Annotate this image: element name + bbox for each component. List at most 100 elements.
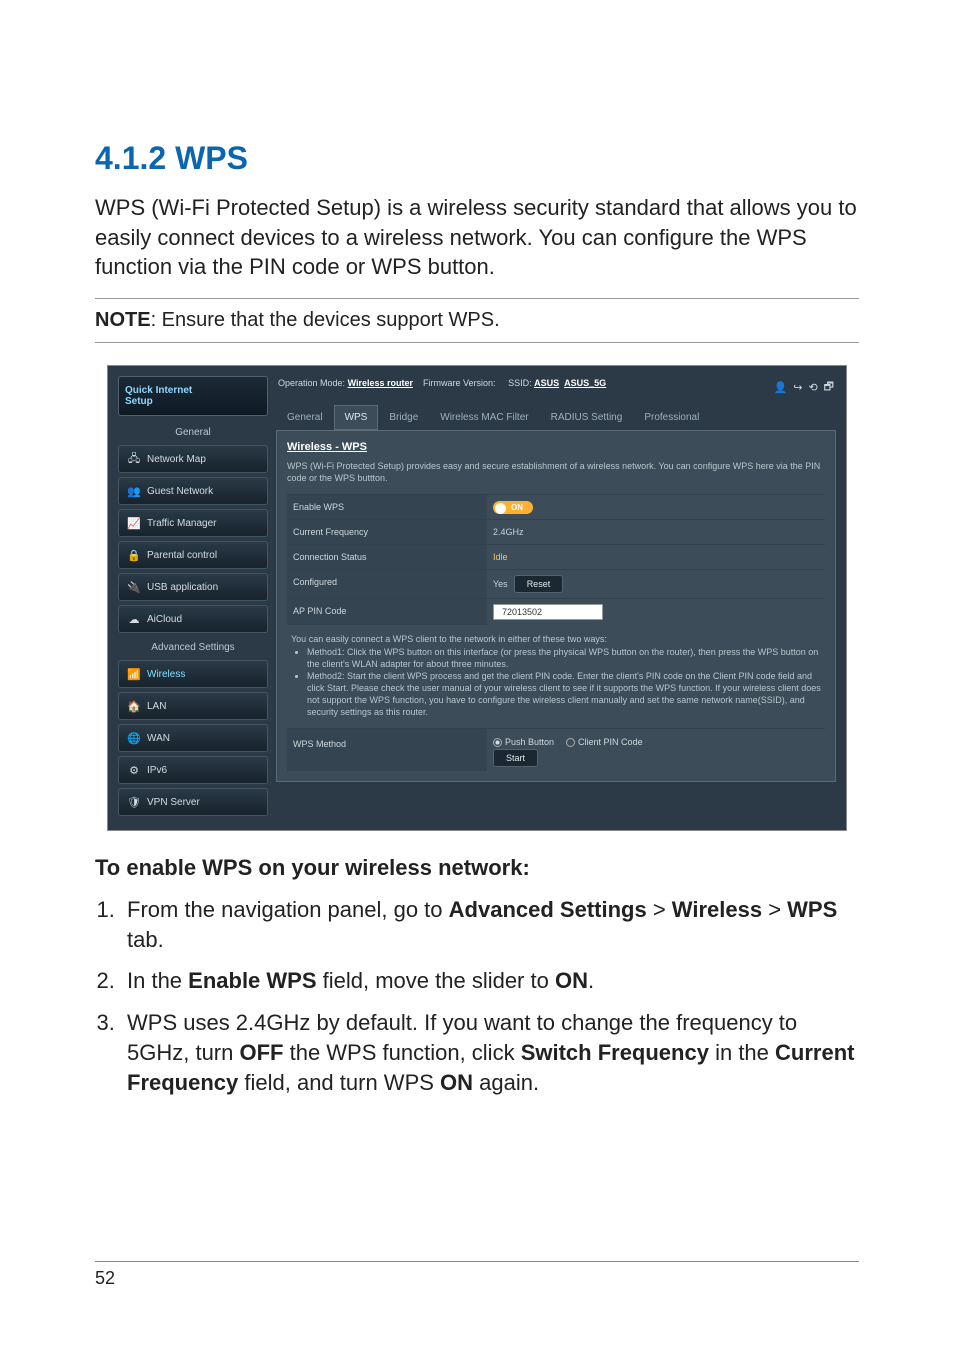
sidebar-item-label: Parental control <box>147 550 217 561</box>
radio-client-pin[interactable]: Client PIN Code <box>566 737 643 747</box>
ssid2: ASUS_5G <box>564 378 606 388</box>
gear-icon: ⚙ <box>127 763 141 777</box>
logout-icon[interactable]: ↪ <box>793 381 802 394</box>
ssid1: ASUS <box>534 378 559 388</box>
sidebar-item-wan[interactable]: 🌐WAN <box>118 724 268 752</box>
help-icon[interactable]: 🗗 <box>824 378 834 397</box>
reset-button[interactable]: Reset <box>514 575 564 593</box>
intro-paragraph: WPS (Wi-Fi Protected Setup) is a wireles… <box>95 193 859 282</box>
enable-wps-label: Enable WPS <box>287 495 487 519</box>
sidebar-item-label: Traffic Manager <box>147 518 216 529</box>
tab-professional[interactable]: Professional <box>633 405 710 430</box>
sidebar-item-label: VPN Server <box>147 797 200 808</box>
step-1: From the navigation panel, go to Advance… <box>121 895 859 954</box>
step-text: . <box>588 968 594 993</box>
sidebar-item-label: USB application <box>147 582 218 593</box>
sidebar-item-label: Guest Network <box>147 486 213 497</box>
sidebar-item-label: LAN <box>147 701 166 712</box>
ssid-label: SSID: <box>508 378 532 388</box>
nav-general-head: General <box>118 422 268 445</box>
start-button[interactable]: Start <box>493 749 538 767</box>
globe-icon: 🌐 <box>127 731 141 745</box>
step-text: > <box>762 897 787 922</box>
network-icon: 🖧 <box>127 452 141 466</box>
ap-pin-code-value: 72013502 <box>493 604 603 620</box>
tab-bridge[interactable]: Bridge <box>378 405 429 430</box>
sidebar-item-traffic-manager[interactable]: 📈 Traffic Manager <box>118 509 268 537</box>
refresh-icon[interactable]: ⟲ <box>808 381 817 394</box>
configured-label: Configured <box>287 570 487 598</box>
radio-label: Push Button <box>505 737 554 747</box>
tab-bar: General WPS Bridge Wireless MAC Filter R… <box>276 405 836 430</box>
sidebar-item-usb-application[interactable]: 🔌USB application <box>118 573 268 601</box>
panel-title: Wireless - WPS <box>287 441 825 453</box>
radio-label: Client PIN Code <box>578 737 643 747</box>
current-frequency-label: Current Frequency <box>287 520 487 544</box>
tab-mac-filter[interactable]: Wireless MAC Filter <box>429 405 539 430</box>
configured-value: Yes <box>493 579 508 589</box>
cloud-icon: ☁ <box>127 612 141 626</box>
note-box: NOTE: Ensure that the devices support WP… <box>95 298 859 343</box>
tab-radius[interactable]: RADIUS Setting <box>540 405 634 430</box>
step-bold: ON <box>555 968 588 993</box>
step-text: the WPS function, click <box>283 1040 520 1065</box>
connection-status-label: Connection Status <box>287 545 487 569</box>
tab-general[interactable]: General <box>276 405 334 430</box>
traffic-icon: 📈 <box>127 516 141 530</box>
qis-line2: Setup <box>125 396 153 407</box>
note-label: NOTE <box>95 309 151 331</box>
sidebar-item-parental-control[interactable]: 🔒Parental control <box>118 541 268 569</box>
sidebar-item-network-map[interactable]: 🖧 Network Map <box>118 445 268 473</box>
enable-wps-switch[interactable]: ON <box>493 501 533 514</box>
sidebar-item-guest-network[interactable]: 👥 Guest Network <box>118 477 268 505</box>
step-bold: Wireless <box>672 897 762 922</box>
panel-description: WPS (Wi-Fi Protected Setup) provides eas… <box>287 461 825 484</box>
page-footer: 52 <box>95 1261 859 1289</box>
step-text: tab. <box>127 927 164 952</box>
methods-head: You can easily connect a WPS client to t… <box>291 633 821 645</box>
instructions-heading: To enable WPS on your wireless network: <box>95 855 859 881</box>
sidebar-item-label: IPv6 <box>147 765 167 776</box>
step-text: In the <box>127 968 188 993</box>
sidebar-item-label: Network Map <box>147 454 206 465</box>
sidebar-item-vpn-server[interactable]: 🛡 VPN Server <box>118 788 268 816</box>
opmode-label: Operation Mode: <box>278 378 345 388</box>
ap-pin-code-label: AP PIN Code <box>287 599 487 625</box>
qis-button[interactable]: Quick Internet Setup <box>118 376 268 416</box>
method1-text: Method1: Click the WPS button on this in… <box>307 646 821 670</box>
steps-list: From the navigation panel, go to Advance… <box>95 895 859 1097</box>
tab-wps[interactable]: WPS <box>334 405 379 430</box>
step-text: again. <box>473 1070 539 1095</box>
step-bold: WPS <box>787 897 837 922</box>
nav-advanced-head: Advanced Settings <box>118 637 268 660</box>
step-text: > <box>647 897 672 922</box>
wireless-icon: 📶 <box>127 667 141 681</box>
opmode-value[interactable]: Wireless router <box>348 378 413 388</box>
fw-label: Firmware Version: <box>423 378 496 388</box>
radio-icon <box>493 738 502 747</box>
connection-status-value: Idle <box>487 545 825 569</box>
step-text: field, move the slider to <box>317 968 555 993</box>
step-2: In the Enable WPS field, move the slider… <box>121 966 859 996</box>
lan-icon: 🏠 <box>127 699 141 713</box>
radio-push-button[interactable]: Push Button <box>493 737 554 747</box>
shield-icon: 🛡 <box>127 795 141 809</box>
section-heading: 4.1.2 WPS <box>95 140 859 177</box>
step-text: in the <box>709 1040 775 1065</box>
sidebar-item-lan[interactable]: 🏠 LAN <box>118 692 268 720</box>
sidebar-item-aicloud[interactable]: ☁AiCloud <box>118 605 268 633</box>
step-text: field, and turn WPS <box>238 1070 440 1095</box>
step-bold: OFF <box>239 1040 283 1065</box>
qis-line1: Quick Internet <box>125 385 192 396</box>
sidebar-item-ipv6[interactable]: ⚙ IPv6 <box>118 756 268 784</box>
guest-icon: 👥 <box>127 484 141 498</box>
wps-method-label: WPS Method <box>287 729 487 771</box>
step-bold: Switch Frequency <box>521 1040 709 1065</box>
sidebar-item-wireless[interactable]: 📶 Wireless <box>118 660 268 688</box>
step-bold: Enable WPS <box>188 968 316 993</box>
user-icon[interactable]: 👤 <box>774 381 788 394</box>
note-text: : Ensure that the devices support WPS. <box>151 309 500 331</box>
current-frequency-value: 2.4GHz <box>487 520 825 544</box>
radio-icon <box>566 738 575 747</box>
sidebar-item-label: Wireless <box>147 669 185 680</box>
